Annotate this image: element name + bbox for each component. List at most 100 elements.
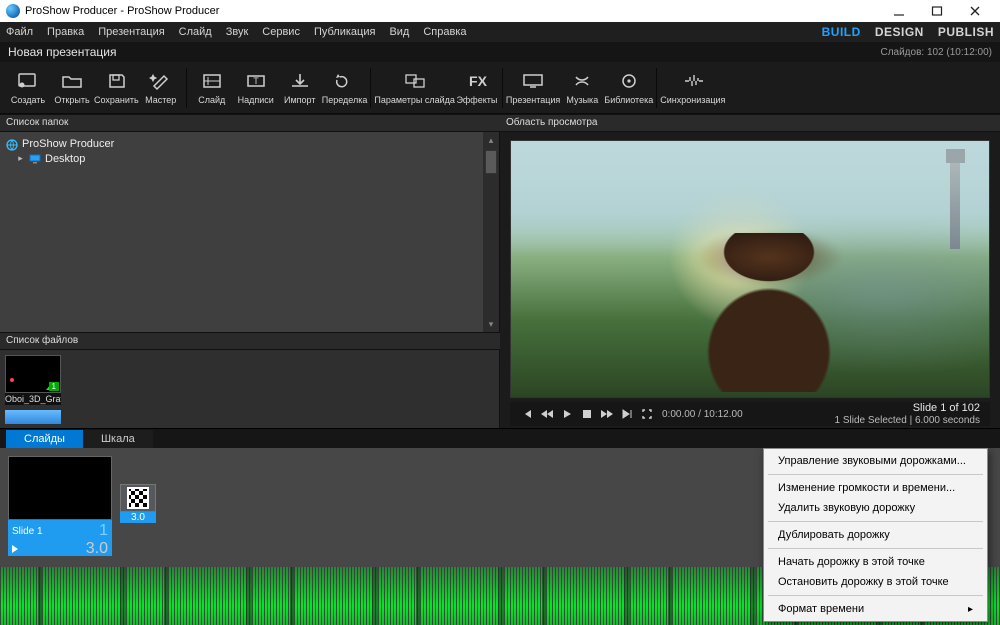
tree-expand-icon[interactable]: ▸ [16, 153, 25, 164]
timeline-tabbar: Слайды Шкала [0, 428, 1000, 448]
playback-slide-of: Slide 1 of 102 [835, 402, 980, 415]
ctx-edit-volume-time[interactable]: Изменение громкости и времени... [764, 478, 987, 498]
toolbar-remix-button[interactable]: Переделка [322, 65, 368, 111]
tree-item-desktop[interactable]: ▸ Desktop [6, 151, 493, 166]
tab-slides[interactable]: Слайды [6, 430, 83, 448]
toolbar-slide-options-button[interactable]: Параметры слайда [374, 65, 455, 111]
menu-help[interactable]: Справка [423, 26, 466, 38]
window-titlebar: ProShow Producer - ProShow Producer [0, 0, 1000, 22]
menu-slide[interactable]: Слайд [179, 26, 212, 38]
globe-icon [6, 139, 18, 149]
menu-publish[interactable]: Публикация [314, 26, 375, 38]
tree-item-root[interactable]: ProShow Producer [6, 136, 493, 151]
preview-header: Область просмотра [500, 114, 1000, 132]
menu-view[interactable]: Вид [389, 26, 409, 38]
preview-canvas[interactable] [510, 140, 990, 398]
playback-selection: 1 Slide Selected | 6.000 seconds [835, 415, 980, 427]
file-list[interactable]: Oboi_3D_Grafi... [0, 350, 500, 428]
first-frame-button[interactable] [520, 407, 534, 421]
show-summary: Слайдов: 102 (10:12:00) [880, 47, 992, 58]
toolbar-show-button[interactable]: Презентация [506, 65, 560, 111]
menu-edit[interactable]: Правка [47, 26, 84, 38]
ctx-stop-track-here[interactable]: Остановить дорожку в этой точке [764, 572, 987, 592]
toolbar-music-button[interactable]: Музыка [560, 65, 604, 111]
tree-root-label: ProShow Producer [22, 138, 114, 150]
file-list-header: Список файлов [0, 332, 500, 350]
show-title: Новая презентация [8, 45, 116, 59]
folder-scrollbar[interactable]: ▴ ▾ [483, 132, 499, 332]
toolbar-effects-button[interactable]: FX Эффекты [455, 65, 499, 111]
preview-area [500, 132, 1000, 402]
workflow-tab-build[interactable]: BUILD [822, 25, 861, 39]
transition-button[interactable] [120, 484, 156, 512]
slide-thumb[interactable] [8, 456, 112, 520]
menu-file[interactable]: Файл [6, 26, 33, 38]
ctx-duplicate-track[interactable]: Дублировать дорожку [764, 525, 987, 545]
next-frame-button[interactable] [600, 407, 614, 421]
window-maximize-button[interactable] [918, 5, 956, 17]
toolbar-slide-options-label: Параметры слайда [374, 95, 455, 105]
toolbar-remix-label: Переделка [322, 95, 368, 105]
right-pane: Область просмотра 0:00.00 / 10:12.00 Sli… [500, 114, 1000, 428]
playback-info: Slide 1 of 102 1 Slide Selected | 6.000 … [835, 402, 980, 426]
playback-position: 0:00.00 / 10:12.00 [662, 409, 743, 420]
submenu-arrow-icon: ▸ [968, 604, 973, 615]
toolbar-save-button[interactable]: Сохранить [94, 65, 139, 111]
toolbar-music-label: Музыка [566, 95, 598, 105]
file-thumb-image [5, 355, 61, 393]
scroll-thumb[interactable] [485, 150, 497, 174]
main-split: Список папок ProShow Producer ▸ Desktop … [0, 114, 1000, 428]
window-minimize-button[interactable] [880, 5, 918, 17]
svg-text:FX: FX [469, 73, 488, 89]
toolbar-save-label: Сохранить [94, 95, 139, 105]
slide-duration[interactable]: 3.0 [86, 540, 108, 558]
toolbar-library-label: Библиотека [604, 95, 653, 105]
prev-frame-button[interactable] [540, 407, 554, 421]
toolbar-library-button[interactable]: Библиотека [604, 65, 653, 111]
toolbar-open-label: Открыть [54, 95, 89, 105]
ctx-time-format[interactable]: Формат времени▸ [764, 599, 987, 619]
ctx-remove-track[interactable]: Удалить звуковую дорожку [764, 498, 987, 518]
fullscreen-button[interactable] [640, 407, 654, 421]
workflow-tab-publish[interactable]: PUBLISH [938, 25, 994, 39]
file-thumb[interactable]: Oboi_3D_Grafi... [5, 355, 61, 405]
menu-bar: Файл Правка Презентация Слайд Звук Серви… [0, 22, 1000, 42]
last-frame-button[interactable] [620, 407, 634, 421]
toolbar-sync-button[interactable]: Синхронизация [660, 65, 725, 111]
scroll-up-icon[interactable]: ▴ [483, 132, 499, 148]
preview-decor [702, 233, 836, 392]
toolbar-slide-button[interactable]: Слайд [190, 65, 234, 111]
stop-button[interactable] [580, 407, 594, 421]
toolbar-effects-label: Эффекты [456, 95, 497, 105]
toolbar-wizard-label: Мастер [145, 95, 176, 105]
monitor-icon [29, 154, 41, 164]
play-icon[interactable] [12, 545, 18, 553]
scroll-down-icon[interactable]: ▾ [483, 316, 499, 332]
folder-list[interactable]: ProShow Producer ▸ Desktop ▴ ▾ [0, 132, 500, 332]
transition-icon [127, 487, 149, 509]
toolbar-open-button[interactable]: Открыть [50, 65, 94, 111]
menu-service[interactable]: Сервис [262, 26, 300, 38]
ctx-start-track-here[interactable]: Начать дорожку в этой точке [764, 552, 987, 572]
tab-scale[interactable]: Шкала [83, 430, 153, 448]
slide-card[interactable]: Slide 1 1 3.0 [8, 456, 112, 556]
window-title: ProShow Producer - ProShow Producer [25, 5, 219, 17]
toolbar-wizard-button[interactable]: Мастер [139, 65, 183, 111]
toolbar-new-button[interactable]: Создать [6, 65, 50, 111]
menu-show[interactable]: Презентация [98, 26, 164, 38]
slide-play-row: 3.0 [8, 542, 112, 556]
menu-audio[interactable]: Звук [226, 26, 249, 38]
toolbar-sync-label: Синхронизация [660, 95, 725, 105]
toolbar-show-label: Презентация [506, 95, 560, 105]
playback-bar: 0:00.00 / 10:12.00 Slide 1 of 102 1 Slid… [510, 402, 990, 426]
play-button[interactable] [560, 407, 574, 421]
ctx-manage-tracks[interactable]: Управление звуковыми дорожками... [764, 451, 987, 471]
toolbar-import-button[interactable]: Импорт [278, 65, 322, 111]
timeline[interactable]: Slide 1 1 3.0 3.0 Управление звуковыми д… [0, 448, 1000, 625]
file-thumb-partial[interactable] [5, 410, 61, 424]
window-close-button[interactable] [956, 5, 994, 17]
transition-card[interactable]: 3.0 [120, 484, 156, 523]
toolbar-captions-button[interactable]: TНадписи [234, 65, 278, 111]
workflow-tab-design[interactable]: DESIGN [875, 25, 924, 39]
transition-duration[interactable]: 3.0 [120, 512, 156, 523]
